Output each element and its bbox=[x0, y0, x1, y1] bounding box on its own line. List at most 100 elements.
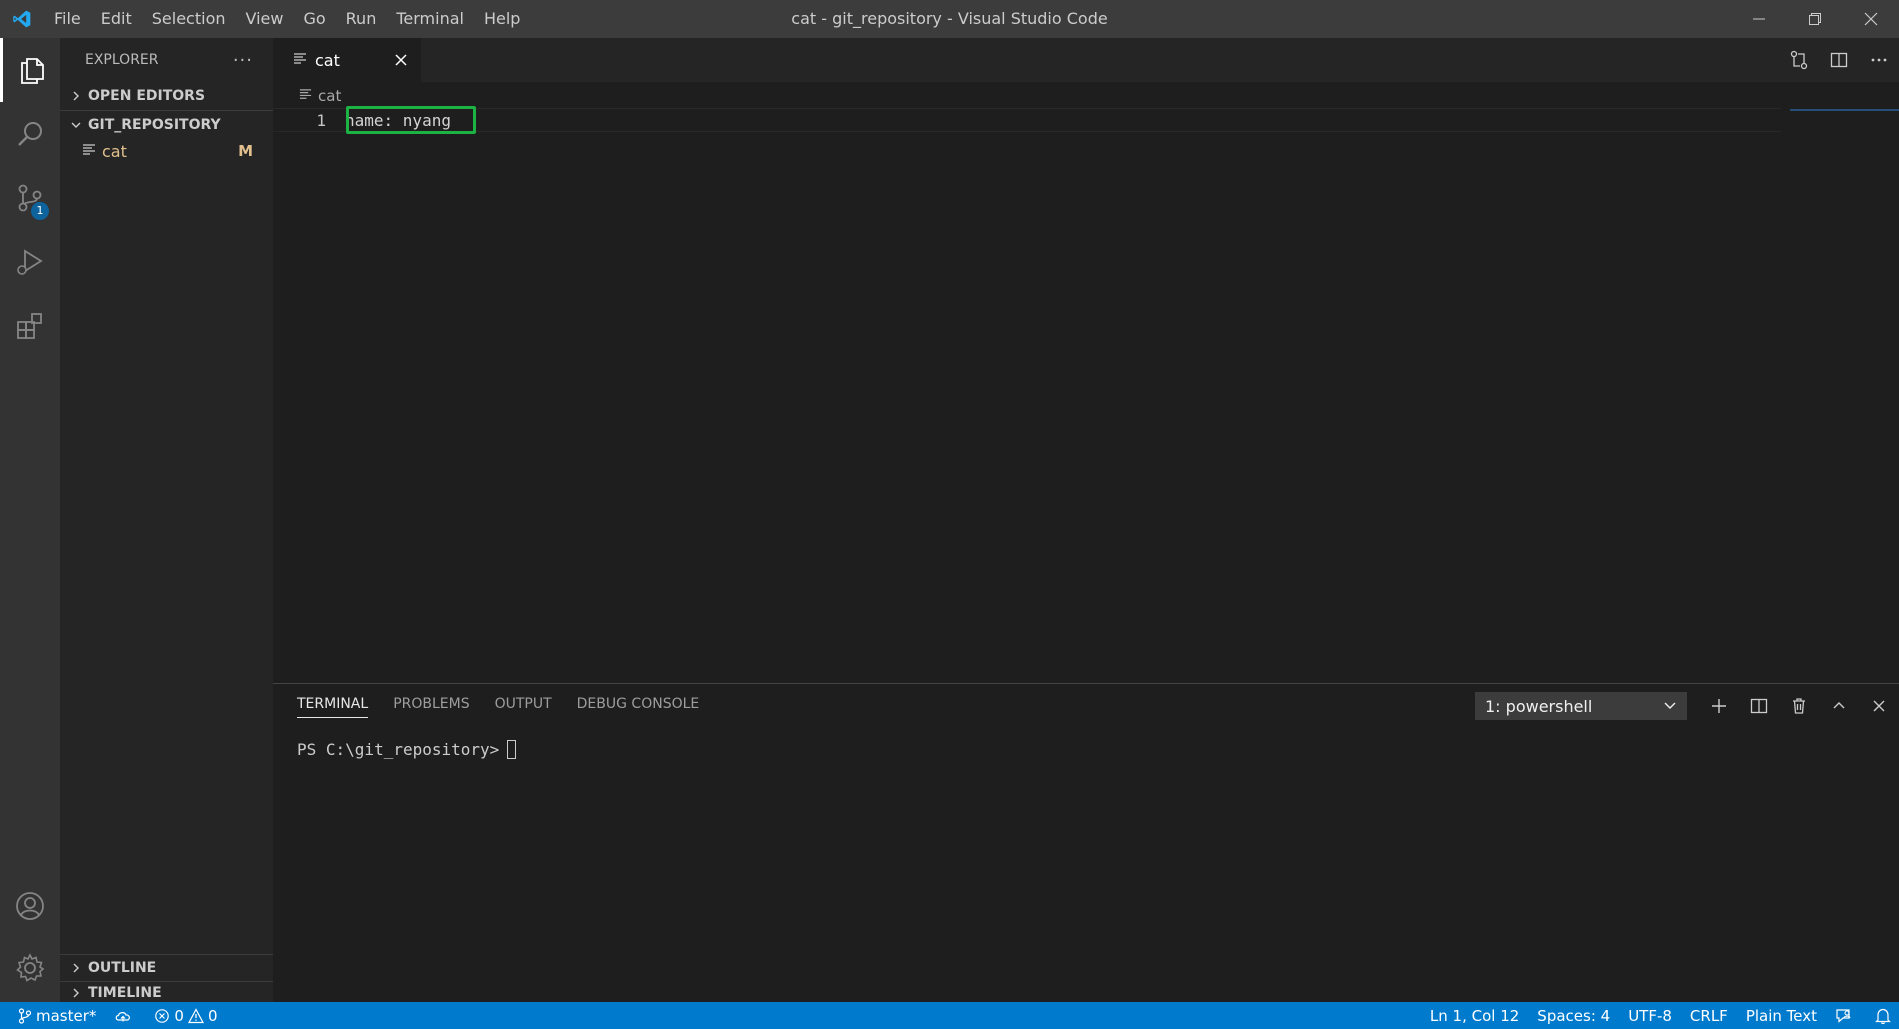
panel-tab-problems[interactable]: PROBLEMS bbox=[393, 684, 469, 724]
explorer-more-button[interactable]: ··· bbox=[233, 50, 253, 71]
menu-help[interactable]: Help bbox=[474, 0, 530, 38]
activity-explorer[interactable] bbox=[0, 38, 60, 102]
gear-icon bbox=[16, 953, 45, 982]
tab-cat[interactable]: cat bbox=[273, 38, 421, 82]
account-icon bbox=[16, 892, 44, 920]
activity-manage[interactable] bbox=[0, 936, 60, 1000]
section-outline-label: OUTLINE bbox=[88, 960, 157, 976]
minimap[interactable] bbox=[1790, 109, 1899, 111]
cursor-position[interactable]: Ln 1, Col 12 bbox=[1430, 1007, 1519, 1025]
close-icon bbox=[1864, 12, 1878, 26]
git-branch-icon bbox=[18, 1007, 32, 1024]
tab-close-button[interactable] bbox=[391, 50, 411, 70]
status-bar: master* 0 0 Ln 1, Col 12 Spaces: 4 UTF-8… bbox=[0, 1002, 1899, 1029]
section-git-repository[interactable]: GIT_REPOSITORY bbox=[60, 110, 273, 138]
tab-label: cat bbox=[315, 50, 340, 70]
chevron-down-icon bbox=[68, 117, 84, 133]
activity-run-debug[interactable] bbox=[0, 230, 60, 294]
terminal-select[interactable]: 1: powershell bbox=[1475, 692, 1687, 720]
code-line[interactable]: 1 name: nyang bbox=[273, 108, 1781, 132]
branch-name: master* bbox=[36, 1006, 97, 1025]
restore-icon bbox=[1809, 13, 1821, 25]
maximize-panel-button[interactable] bbox=[1819, 692, 1859, 720]
warning-count: 0 bbox=[207, 1006, 218, 1025]
warning-icon bbox=[187, 1007, 204, 1023]
menu-view[interactable]: View bbox=[236, 0, 294, 38]
chevron-right-icon bbox=[68, 960, 84, 976]
branch-status[interactable]: master* bbox=[18, 1007, 96, 1025]
status-left: master* 0 0 bbox=[18, 1002, 236, 1029]
editor-tabs: cat bbox=[273, 38, 1899, 82]
trash-icon bbox=[1793, 698, 1805, 714]
feedback-button[interactable] bbox=[1835, 1007, 1857, 1025]
chevron-right-icon bbox=[68, 88, 84, 104]
explorer-title: EXPLORER bbox=[85, 52, 159, 68]
close-icon bbox=[395, 54, 407, 66]
close-panel-button[interactable] bbox=[1859, 692, 1899, 720]
menu-selection[interactable]: Selection bbox=[142, 0, 236, 38]
new-terminal-button[interactable] bbox=[1699, 692, 1739, 720]
run-debug-icon bbox=[17, 249, 43, 275]
split-terminal-button[interactable] bbox=[1739, 692, 1779, 720]
split-editor-button[interactable] bbox=[1819, 38, 1859, 82]
section-open-editors[interactable]: OPEN EDITORS bbox=[60, 82, 273, 110]
menu-terminal[interactable]: Terminal bbox=[386, 0, 474, 38]
file-name: cat bbox=[102, 141, 127, 161]
activity-source-control[interactable]: 1 bbox=[0, 166, 60, 230]
terminal-cursor bbox=[507, 739, 517, 759]
chevron-down-icon bbox=[1664, 702, 1676, 709]
editor-actions bbox=[1779, 38, 1899, 82]
close-window-button[interactable] bbox=[1843, 0, 1899, 38]
terminal-output[interactable]: PS C:\git_repository> bbox=[297, 738, 517, 760]
sync-status[interactable] bbox=[114, 1008, 136, 1024]
file-item-cat[interactable]: cat M bbox=[60, 138, 273, 164]
end-of-line[interactable]: CRLF bbox=[1690, 1007, 1728, 1025]
menu-run[interactable]: Run bbox=[336, 0, 387, 38]
more-actions-button[interactable] bbox=[1859, 38, 1899, 82]
section-outline[interactable]: OUTLINE bbox=[60, 954, 273, 981]
files-icon bbox=[20, 58, 44, 84]
window-controls bbox=[1731, 0, 1899, 38]
menu-file[interactable]: File bbox=[44, 0, 91, 38]
encoding[interactable]: UTF-8 bbox=[1628, 1007, 1672, 1025]
indentation[interactable]: Spaces: 4 bbox=[1537, 1007, 1610, 1025]
editor-area: cat cat 1 name: nyang bbox=[273, 38, 1899, 683]
terminal-prompt: PS C:\git_repository> bbox=[297, 739, 500, 759]
panel-actions: 1: powershell bbox=[1475, 692, 1899, 720]
plus-icon bbox=[1712, 699, 1726, 713]
panel-tab-terminal[interactable]: TERMINAL bbox=[297, 684, 369, 724]
activity-accounts[interactable] bbox=[0, 874, 60, 938]
minimize-button[interactable] bbox=[1731, 0, 1787, 38]
panel-tab-output[interactable]: OUTPUT bbox=[495, 684, 552, 724]
text-file-icon bbox=[299, 87, 312, 105]
text-file-icon bbox=[293, 51, 307, 70]
menu-edit[interactable]: Edit bbox=[91, 0, 142, 38]
problems-status[interactable]: 0 0 bbox=[154, 1006, 218, 1025]
title-bar: File Edit Selection View Go Run Terminal… bbox=[0, 0, 1899, 38]
panel-tab-debug-console[interactable]: DEBUG CONSOLE bbox=[577, 684, 700, 724]
breadcrumb-file: cat bbox=[318, 87, 342, 105]
split-icon bbox=[1750, 698, 1768, 714]
menu-bar: File Edit Selection View Go Run Terminal… bbox=[44, 0, 530, 38]
section-timeline-label: TIMELINE bbox=[88, 985, 162, 1001]
bell-icon bbox=[1875, 1008, 1891, 1024]
kill-terminal-button[interactable] bbox=[1779, 692, 1819, 720]
breadcrumb[interactable]: cat bbox=[299, 84, 341, 108]
menu-go[interactable]: Go bbox=[293, 0, 335, 38]
notifications-button[interactable] bbox=[1875, 1007, 1895, 1025]
section-timeline[interactable]: TIMELINE bbox=[60, 981, 273, 1004]
highlight-annotation bbox=[346, 106, 476, 134]
restore-button[interactable] bbox=[1787, 0, 1843, 38]
activity-search[interactable] bbox=[0, 102, 60, 166]
language-mode[interactable]: Plain Text bbox=[1746, 1007, 1817, 1025]
activity-extensions[interactable] bbox=[0, 294, 60, 358]
close-icon bbox=[1873, 700, 1885, 712]
chevron-up-icon bbox=[1833, 702, 1845, 709]
terminal-select-value: 1: powershell bbox=[1485, 696, 1593, 716]
feedback-icon bbox=[1836, 1008, 1851, 1023]
split-editor-icon bbox=[1830, 52, 1848, 68]
section-open-editors-label: OPEN EDITORS bbox=[88, 88, 206, 104]
extensions-icon bbox=[17, 313, 42, 339]
open-changes-button[interactable] bbox=[1779, 38, 1819, 82]
scm-badge: 1 bbox=[31, 202, 49, 220]
